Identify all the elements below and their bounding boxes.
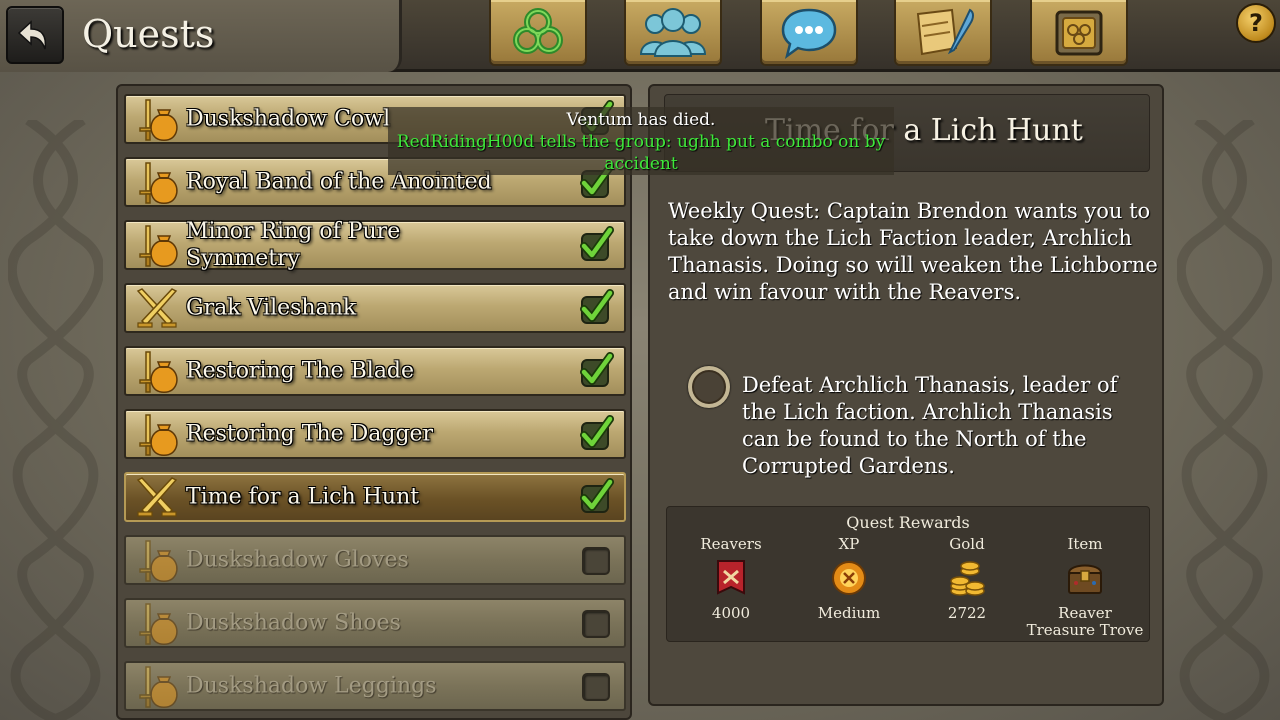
chat-message: RedRidingH00d tells the group: ughh put … <box>396 132 886 174</box>
quest-row[interactable]: Duskshadow Gloves <box>124 535 626 585</box>
quest-objective: Defeat Archlich Thanasis, leader of the … <box>742 373 1118 478</box>
inventory-chest-icon <box>1055 10 1103 56</box>
trinity-knot-icon <box>513 8 563 54</box>
gold-coins-icon <box>950 561 985 596</box>
empty-checkbox-icon <box>582 610 610 638</box>
treasure-chest-icon <box>1067 564 1103 594</box>
trinity-knot-button[interactable] <box>489 0 587 66</box>
sword-pouch-icon <box>132 413 182 457</box>
reward-label: XP <box>838 535 860 553</box>
reward-value: 4000 <box>711 604 751 622</box>
quest-row[interactable]: Grak Vileshank <box>124 283 626 333</box>
chat-overlay: Ventum has died. RedRidingH00d tells the… <box>388 107 894 175</box>
quest-row[interactable]: Duskshadow Leggings <box>124 661 626 711</box>
quest-name: Duskshadow Leggings <box>186 673 437 699</box>
sword-pouch-icon <box>132 602 182 646</box>
title-tab: Quests <box>0 0 402 72</box>
reward-item[interactable]: Item Reaver Treasure Trove <box>1025 535 1145 639</box>
rewards-title: Quest Rewards <box>846 513 970 532</box>
celtic-knot-decoration <box>8 120 103 720</box>
sword-pouch-icon <box>132 224 182 268</box>
quest-name: Restoring The Blade <box>186 358 415 384</box>
crossed-swords-icon <box>132 476 182 520</box>
chat-button[interactable] <box>760 0 858 66</box>
quest-description: Weekly Quest: Captain Brendon wants you … <box>668 199 1158 304</box>
reward-value: 2722 <box>947 604 987 622</box>
reward-reavers: Reavers 4000 <box>671 535 791 622</box>
checkmark-icon <box>574 224 614 264</box>
checkmark-icon <box>574 350 614 390</box>
back-button[interactable] <box>6 6 64 64</box>
sword-pouch-icon <box>132 98 182 142</box>
reward-label: Gold <box>949 535 985 553</box>
celtic-knot-decoration <box>1177 120 1272 720</box>
reward-gold: Gold 2722 <box>907 535 1027 622</box>
quest-name: Minor Ring of Pure Symmetry <box>186 219 401 271</box>
quest-name: Duskshadow Gloves <box>186 547 409 573</box>
help-button[interactable]: ? <box>1236 3 1276 43</box>
quest-detail-panel: Time for a Lich Hunt Weekly Quest: Capta… <box>648 84 1164 706</box>
sword-pouch-icon <box>132 539 182 583</box>
checkmark-icon <box>574 287 614 327</box>
quest-row[interactable]: Restoring The Blade <box>124 346 626 396</box>
checkmark-icon <box>574 413 614 453</box>
checkmark-icon <box>574 476 614 516</box>
quest-name: Grak Vileshank <box>186 295 357 321</box>
page-title: Quests <box>82 12 215 56</box>
guild-members-button[interactable] <box>624 0 722 66</box>
quest-row[interactable]: Time for a Lich Hunt <box>124 472 626 522</box>
reavers-banner-icon <box>717 560 745 595</box>
top-bar: Quests ? <box>0 0 1280 72</box>
quest-name: Restoring The Dagger <box>186 421 434 447</box>
quest-name: Duskshadow Cowl <box>186 106 391 132</box>
quest-row[interactable]: Restoring The Dagger <box>124 409 626 459</box>
quest-row[interactable]: Minor Ring of Pure Symmetry <box>124 219 626 271</box>
chat-bubble-icon <box>781 8 837 60</box>
reward-value: Medium <box>817 604 881 622</box>
quest-row[interactable]: Duskshadow Shoes <box>124 598 626 648</box>
guild-members-icon <box>639 8 707 57</box>
quest-rewards: Quest Rewards Reavers 4000 XP Medium Gol… <box>666 506 1150 642</box>
crossed-swords-icon <box>132 287 182 331</box>
quest-name: Duskshadow Shoes <box>186 610 401 636</box>
empty-checkbox-icon <box>582 673 610 701</box>
reward-xp: XP Medium <box>789 535 909 622</box>
map-scroll-quill-icon <box>916 8 974 56</box>
back-arrow-icon <box>17 20 47 50</box>
xp-orb-icon <box>832 561 866 595</box>
reward-label: Reavers <box>700 535 762 553</box>
quest-name: Time for a Lich Hunt <box>186 484 420 510</box>
sword-pouch-icon <box>132 350 182 394</box>
reward-value: Reaver Treasure Trove <box>1026 604 1144 639</box>
quest-list: Duskshadow Cowl Royal Band of the Anointe… <box>116 84 632 720</box>
empty-checkbox-icon <box>582 547 610 575</box>
map-button[interactable] <box>894 0 992 66</box>
reward-label: Item <box>1067 535 1103 553</box>
chat-message: Ventum has died. <box>566 110 716 130</box>
sword-pouch-icon <box>132 161 182 205</box>
sword-pouch-icon <box>132 665 182 709</box>
inventory-button[interactable] <box>1030 0 1128 66</box>
objective-ring-icon <box>688 366 730 408</box>
